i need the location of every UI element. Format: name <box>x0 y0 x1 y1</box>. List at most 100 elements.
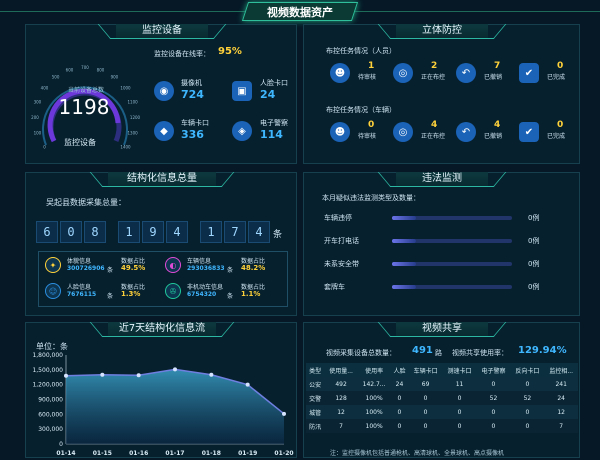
table-cell: 24 <box>395 380 404 388</box>
illegal-panel: 违法监测 本月疑似违法监测类型及数量： 车辆违停 0例 开车打电话 0例 未系安全带 0例… <box>303 172 580 316</box>
illegal-bar-fill <box>392 239 416 243</box>
share-column-header: 使用率 <box>365 367 384 375</box>
counter-digit: 8 <box>84 221 106 243</box>
person-task-status: 待审核 <box>358 74 377 81</box>
e-police-value: 114 <box>260 128 283 141</box>
share-column-header: 监控相... <box>549 367 574 375</box>
table-cell: 69 <box>421 380 430 388</box>
structured-item-count: 7676115 <box>67 291 97 298</box>
gauge-tick-label: 1300 <box>128 131 139 136</box>
page-title: 视频数据资产 <box>267 6 333 19</box>
y-tick-label: 600,000 <box>38 411 63 418</box>
vehicle-task-value: 4 <box>494 120 501 130</box>
counter-digit: 4 <box>248 221 270 243</box>
monitor-panel-title: 监控设备 <box>116 24 208 39</box>
share-rate-label: 视频共享使用率： <box>452 349 508 357</box>
table-cell: 0 <box>423 394 428 402</box>
flow-panel-title: 近7天结构化信息流 <box>108 322 216 337</box>
person-task-value: 1 <box>368 61 375 71</box>
table-cell: 100% <box>365 394 383 402</box>
header-line-right <box>355 11 600 12</box>
user-icon: ☻ <box>330 122 350 142</box>
table-cell: 0 <box>423 408 428 416</box>
structured-item-name: 车辆信息 <box>187 258 212 265</box>
table-cell: 0 <box>457 394 462 402</box>
gauge-tick-label: 1000 <box>120 86 131 91</box>
table-cell: 12 <box>557 408 565 416</box>
share-note: 注：监控摄像机包括普通枪机、高清球机、全景球机、高点摄像机 <box>330 450 505 457</box>
structured-panel: 结构化信息总量 吴起县数据采集总量： 608194174 条 ✦ 体貌信息 3007… <box>25 172 297 316</box>
vehicle-checkpoint-label: 车辆卡口 <box>181 119 209 127</box>
table-row: 防汛 7 100% 0 0 0 0 0 7 <box>306 419 578 433</box>
x-tick-label: 01-17 <box>165 450 184 457</box>
table-cell: 0 <box>397 394 402 402</box>
face-scan-icon: ▣ <box>232 81 252 101</box>
x-tick-label: 01-20 <box>274 450 293 457</box>
gauge-tick-label: 400 <box>41 86 49 91</box>
table-cell: 241 <box>555 380 567 388</box>
online-rate-label: 监控设备在线率： <box>154 50 210 58</box>
counter-digit: 1 <box>118 221 140 243</box>
flow-panel: 近7天结构化信息流 单位：条 0 300,000 600,000 900,000 1,2… <box>25 322 297 458</box>
person-task-status: 已完成 <box>547 74 566 81</box>
vehicle-task-status: 正在布控 <box>421 133 446 140</box>
illegal-type-label: 开车打电话 <box>324 237 359 245</box>
counter-digit: 9 <box>142 221 164 243</box>
illegal-bar-fill <box>392 216 416 220</box>
table-cell: 城管 <box>309 409 322 417</box>
structured-panel-title: 结构化信息总量 <box>108 172 216 187</box>
collection-total-label: 吴起县数据采集总量： <box>46 198 126 207</box>
gauge-small-label: 当前设备总数 <box>68 87 105 94</box>
illegal-bar-fill <box>392 285 416 289</box>
gauge-tick-label: 0 <box>43 144 46 149</box>
monitor-panel: 监控设备 监控设备在线率： 95% 0 100 200 300 400 500 600 700… <box>25 24 297 164</box>
table-cell: 100% <box>365 408 383 416</box>
vehicle-task-value: 4 <box>431 120 438 130</box>
person-task-label: 布控任务情况（人员） <box>326 47 396 55</box>
table-cell: 0 <box>457 408 462 416</box>
illegal-type-label: 车辆违停 <box>324 214 352 222</box>
vehicle-task-status: 已撤销 <box>484 133 503 140</box>
structured-share-value: 1.3% <box>121 290 141 298</box>
flow-point <box>136 373 141 378</box>
share-panel: 视频共享 视频采集设备总数量： 491 路 视频共享使用率： 129.94% 类… <box>303 322 580 458</box>
target-icon: ◎ <box>393 122 413 142</box>
e-police-label: 电子警察 <box>260 119 288 127</box>
gauge-tick-label: 800 <box>97 67 105 72</box>
flow-point <box>64 373 68 378</box>
structured-item-count: 293036833 <box>187 265 225 272</box>
share-column-header: 反向卡口 <box>515 367 540 375</box>
structured-item-unit: 条 <box>107 293 114 300</box>
counter-digit: 0 <box>60 221 82 243</box>
y-tick-label: 1,500,000 <box>32 367 63 374</box>
table-cell: 24 <box>557 394 565 402</box>
table-cell: 52 <box>489 394 498 402</box>
flow-point <box>173 367 177 372</box>
x-tick-label: 01-15 <box>93 450 112 457</box>
table-cell: 公安 <box>309 381 322 389</box>
vehicle-task-value: 0 <box>368 120 375 130</box>
target-icon: ◎ <box>393 63 413 83</box>
structured-item-count: 6754320 <box>187 291 217 298</box>
structured-share-value: 48.2% <box>241 264 266 272</box>
table-cell: 0 <box>525 422 530 430</box>
gauge-tick-label: 500 <box>52 75 60 80</box>
counter-digit: 6 <box>36 221 58 243</box>
stereo-panel: 立体防控 布控任务情况（人员） 布控任务情况（车辆） ☻ 1 待审核 ◎ 2 正在布控 ↶ 7… <box>303 24 580 164</box>
shield-icon: ◈ <box>232 121 252 141</box>
table-cell: 0 <box>457 422 462 430</box>
vehicle-task-value: 0 <box>557 120 564 130</box>
person-task-value: 0 <box>557 61 564 71</box>
person-task-value: 2 <box>431 61 438 71</box>
counter-digit: 4 <box>166 221 188 243</box>
stereo-panel-title: 立体防控 <box>396 24 488 39</box>
x-tick-label: 01-18 <box>202 450 221 457</box>
illegal-type-label: 套牌车 <box>324 283 345 291</box>
table-cell: 0 <box>525 408 530 416</box>
gauge-tick-label: 600 <box>66 67 74 72</box>
person-task-value: 7 <box>494 61 501 71</box>
gauge-tick-label: 200 <box>31 115 39 120</box>
structured-share-value: 1.1% <box>241 290 261 298</box>
gauge-tick-label: 1200 <box>130 115 140 120</box>
table-cell: 0 <box>525 380 530 388</box>
